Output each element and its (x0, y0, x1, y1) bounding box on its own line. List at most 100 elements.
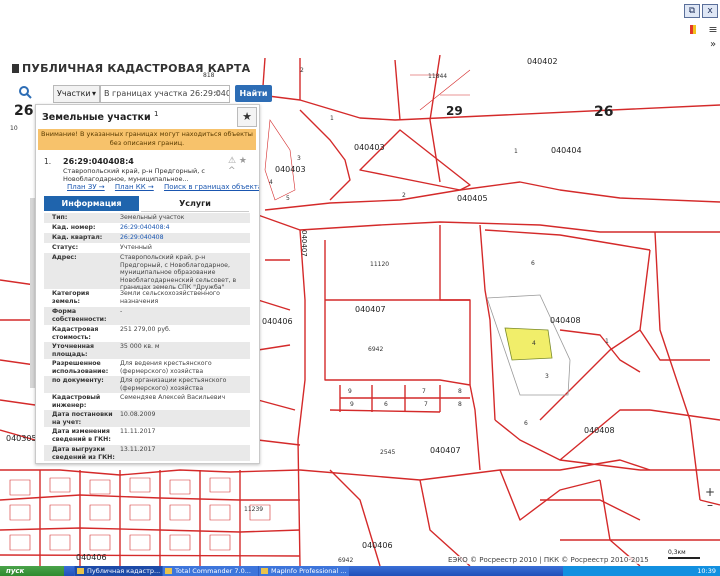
parcel-number: 2545 (380, 449, 395, 456)
scale-label: 0,3км (668, 549, 686, 556)
panel-title: Земельные участки 1 (42, 110, 159, 124)
plan-zu-link[interactable]: План ЗУ → (67, 183, 105, 191)
page-title: ПУБЛИЧНАЯ КАДАСТРОВАЯ КАРТА (12, 62, 250, 75)
search-icon[interactable] (18, 85, 32, 99)
result-cad-number[interactable]: 26:29:040408:4 (63, 157, 134, 166)
quarter-label-040403: 040403 (354, 143, 385, 152)
row-value: Ставропольский край, р-н Предгорный, с Н… (120, 254, 237, 291)
table-row: Статус: Учтенный (44, 243, 250, 253)
selected-parcel[interactable] (504, 327, 553, 361)
search-type-select[interactable]: Участки ▾ (53, 85, 100, 103)
start-button[interactable]: пуск (0, 566, 64, 576)
quarter-label-040402: 040402 (527, 57, 558, 66)
search-bar: Участки ▾ В границах участка 26:29:04040… (14, 84, 272, 104)
search-input[interactable]: В границах участка 26:29:04040... (100, 85, 230, 103)
parcel-number: 6942 (338, 557, 353, 564)
table-row: Уточненная площадь: 35 000 кв. м (44, 342, 250, 359)
table-row: Кадастровый инженер: Семендяев Алексей Ва… (44, 393, 250, 410)
table-row: Тип: Земельный участок (44, 213, 250, 223)
row-value: Для ведения крестьянского (фермерского) … (120, 360, 212, 375)
restore-window-icon[interactable]: ⧉ (684, 4, 700, 18)
search-type-label: Участки (57, 89, 91, 98)
row-value: - (120, 308, 123, 315)
row-value: 35 000 кв. м (120, 343, 160, 350)
parcel-number: 1 (514, 148, 518, 155)
flag-icon[interactable] (686, 24, 702, 38)
tab-information[interactable]: Информация (44, 196, 139, 211)
parcel-number: 2 (300, 67, 304, 74)
row-label: Категория земель: (52, 290, 90, 305)
row-label: Дата изменения сведений в ГКН: (52, 428, 111, 443)
close-window-icon[interactable]: x (702, 4, 718, 18)
quarter-label-040407: 040407 (355, 305, 386, 314)
parcel-number: 7 (422, 388, 426, 395)
menu-icon[interactable]: ≡ (705, 23, 720, 37)
table-row: Адрес: Ставропольский край, р-н Предгорны… (44, 253, 250, 291)
taskbar-item-browser[interactable]: Публичная кадастр... (74, 566, 171, 576)
row-label: Адрес: (52, 254, 77, 261)
quarter-label-040405: 040405 (457, 194, 488, 203)
plan-kk-link[interactable]: План КК → (115, 183, 154, 191)
parcel-number-selected: 4 (532, 340, 536, 347)
result-item-number: 1. (44, 157, 52, 166)
parcel-number: 9 (348, 388, 352, 395)
row-value: Для организации крестьянского (фермерско… (120, 377, 227, 392)
search-button[interactable]: Найти (235, 85, 272, 102)
parcel-number: 3 (297, 155, 301, 162)
search-in-bounds-link[interactable]: Поиск в границах объекта → (164, 183, 259, 191)
row-label: Статус: (52, 244, 79, 251)
row-value: Семендяев Алексей Васильевич (120, 394, 226, 401)
taskbar-item-total-commander[interactable]: Total Commander 7.0... (162, 566, 267, 576)
table-row: Дата постановки на учет: 10.08.2009 (44, 410, 250, 427)
quarter-label-040403b: 040403 (275, 165, 306, 174)
parcel-number: 6 (384, 401, 388, 408)
row-value: Земли сельскохозяйственного назначения (120, 290, 220, 305)
parcel-number: 9 (350, 401, 354, 408)
warning-banner: Внимание! В указанных границах могут нах… (38, 129, 256, 150)
parcel-number: 11120 (370, 261, 389, 268)
row-label: Кад. номер: (52, 224, 96, 231)
os-taskbar: пуск Публичная кадастр... Total Commande… (0, 566, 720, 576)
row-value: 10.08.2009 (120, 411, 156, 418)
map-scale: 0,3км (668, 549, 700, 559)
row-label: Уточненная площадь: (52, 343, 95, 358)
result-item-icons[interactable]: ⚠ ★ ^ (228, 156, 256, 176)
browser-icon (77, 568, 84, 574)
logo-icon (12, 64, 19, 73)
table-row: Дата изменения сведений в ГКН: 11.11.2017 (44, 427, 250, 445)
parcel-number: 4 (269, 179, 273, 186)
table-row: по документу: Для организации крестьянско… (44, 376, 250, 393)
parcel-number: 8 (458, 388, 462, 395)
parcel-number: 10 (10, 125, 18, 132)
zoom-out-button[interactable]: – (703, 499, 717, 512)
quarter-label-040408b: 040408 (584, 426, 615, 435)
parcel-number: 8 (458, 401, 462, 408)
quarter-label-040406d: 040406 (362, 541, 393, 550)
parcel-number: 5 (286, 195, 290, 202)
row-value[interactable]: 26:29:040408 (120, 234, 248, 242)
quarter-label-vertical-040407: 040407 (300, 230, 308, 257)
row-label: Форма собственности: (52, 308, 107, 323)
taskbar-item-mapinfo[interactable]: MapInfo Professional ... (258, 566, 349, 576)
tab-services[interactable]: Услуги (141, 196, 249, 212)
map-icon (261, 568, 268, 574)
zoom-controls: + – (703, 486, 717, 512)
cadastral-region-label-right: 26 (594, 104, 613, 120)
row-value[interactable]: 26:29:040408:4 (120, 224, 248, 232)
panel-header: Земельные участки 1 ★ (36, 105, 259, 127)
row-value: Учтенный (120, 244, 152, 251)
clear-icon[interactable]: × (213, 85, 221, 103)
results-count: 1 (153, 110, 159, 118)
parcel-number: 11239 (244, 506, 263, 513)
results-panel: Земельные участки 1 ★ Внимание! В указан… (35, 104, 260, 464)
parcel-number: 1 (605, 338, 609, 345)
favorites-star-button[interactable]: ★ (237, 107, 257, 127)
cadastral-district-label: 29 (446, 104, 463, 118)
map-attribution: ЕЭКО © Росреестр 2010 | ПКК © Росреестр … (448, 556, 649, 564)
chevron-icon[interactable]: » (705, 38, 720, 52)
row-label: Кадастровая стоимость: (52, 326, 99, 341)
cadastral-region-label-left: 26 (14, 103, 33, 119)
table-row: Кад. квартал: 26:29:040408 (44, 233, 250, 243)
table-row: Кад. номер: 26:29:040408:4 (44, 223, 250, 233)
row-label: Разрешенное использование: (52, 360, 109, 375)
